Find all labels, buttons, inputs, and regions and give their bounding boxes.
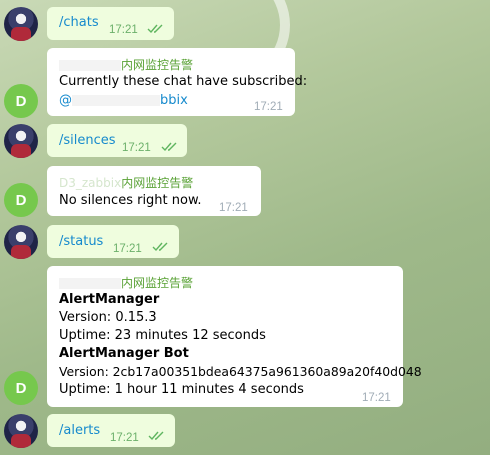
outgoing-message[interactable]: /alerts 17:21 (47, 414, 175, 447)
message-text: Version: 0.15.3 (59, 310, 157, 325)
user-avatar[interactable] (4, 225, 38, 259)
message-text: No silences right now. (59, 193, 202, 208)
bot-avatar[interactable]: D (4, 371, 38, 405)
incoming-message[interactable]: D3_zabbix内网监控告警 No silences right now. 1… (47, 166, 261, 216)
read-checkmark-icon (148, 431, 164, 441)
section-title: AlertManager Bot (59, 346, 189, 361)
user-avatar[interactable] (4, 7, 38, 41)
sender-name[interactable]: 内网监控告警 (59, 274, 193, 292)
incoming-message[interactable]: 内网监控告警 Currently these chat have subscri… (47, 48, 307, 116)
redacted-text (59, 60, 121, 71)
message-text: Uptime: 1 hour 11 minutes 4 seconds (59, 382, 304, 397)
bot-avatar[interactable]: D (4, 84, 38, 118)
outgoing-message[interactable]: /status 17:21 (47, 225, 179, 258)
section-title: AlertManager (59, 292, 160, 307)
outgoing-message[interactable]: /silences 17:21 (47, 124, 187, 157)
read-checkmark-icon (161, 142, 177, 152)
message-time: 17:21 (254, 101, 283, 113)
message-time: 17:21 (362, 392, 391, 404)
message-time: 17:21 (219, 202, 248, 214)
message-time: 17:21 (109, 24, 138, 36)
user-avatar[interactable] (4, 414, 38, 448)
read-checkmark-icon (152, 242, 168, 252)
redacted-text (59, 278, 121, 289)
sender-name[interactable]: 内网监控告警 (59, 56, 193, 74)
bot-avatar[interactable]: D (4, 183, 38, 217)
message-time: 17:21 (113, 243, 142, 255)
message-time: 17:21 (110, 432, 139, 444)
incoming-message[interactable]: 内网监控告警 AlertManager Version: 0.15.3 Upti… (47, 266, 422, 407)
command-link[interactable]: /status (59, 233, 103, 251)
message-text: Version: 2cb17a00351bdea64375a961360a89a… (59, 364, 422, 379)
user-avatar[interactable] (4, 124, 38, 158)
outgoing-message[interactable]: /chats 17:21 (47, 7, 174, 40)
message-time: 17:21 (122, 142, 151, 154)
command-link[interactable]: /silences (59, 132, 116, 150)
message-text: Currently these chat have subscribed: (59, 74, 308, 89)
command-link[interactable]: /chats (59, 14, 99, 32)
command-link[interactable]: /alerts (59, 422, 100, 440)
sender-name[interactable]: D3_zabbix内网监控告警 (59, 174, 193, 192)
message-text: Uptime: 23 minutes 12 seconds (59, 328, 266, 343)
mention-link[interactable]: @ bbix (59, 92, 188, 110)
read-checkmark-icon (147, 24, 163, 34)
redacted-text (72, 95, 160, 106)
